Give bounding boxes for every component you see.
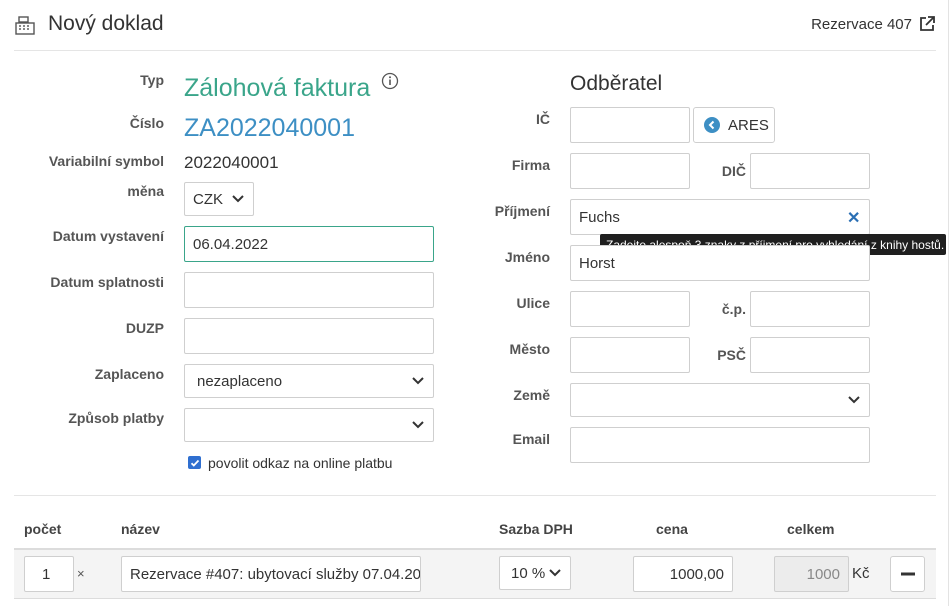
city-label: Město <box>509 341 550 357</box>
type-value: Zálohová faktura <box>184 74 371 102</box>
price-value: 1000,00 <box>669 565 724 583</box>
price-input[interactable]: 1000,00 <box>633 556 733 592</box>
external-link-icon[interactable] <box>918 15 936 33</box>
ico-label: IČ <box>536 111 550 127</box>
email-input[interactable] <box>570 427 870 463</box>
section-divider <box>14 495 936 496</box>
column-header-vat: Sazba DPH <box>499 521 573 537</box>
column-header-name: název <box>121 521 160 537</box>
currency-label: měna <box>127 183 164 199</box>
total-value: 1000 <box>806 565 840 583</box>
table-row-divider <box>14 598 936 599</box>
chevron-down-icon <box>232 195 244 203</box>
issue-date-input[interactable]: 06.04.2022 <box>184 226 434 262</box>
house-number-input[interactable] <box>750 291 870 327</box>
paid-select[interactable]: nezaplaceno <box>184 364 434 398</box>
issue-date-value: 06.04.2022 <box>193 235 269 253</box>
name-label: Jméno <box>504 249 550 265</box>
chevron-down-icon <box>848 396 860 404</box>
ares-button[interactable]: ARES <box>693 107 775 143</box>
vat-select[interactable]: 10 % <box>499 556 571 590</box>
column-header-price: cena <box>656 521 688 537</box>
reservation-link[interactable]: Rezervace 407 <box>811 16 912 33</box>
issue-date-label: Datum vystavení <box>52 228 164 244</box>
type-label: Typ <box>140 72 164 88</box>
qty-input[interactable]: 1 <box>24 556 74 592</box>
info-icon[interactable] <box>381 72 399 90</box>
online-payment-label[interactable]: povolit odkaz na online platbu <box>208 455 392 471</box>
surname-label: Příjmení <box>494 203 550 219</box>
company-label: Firma <box>511 157 550 173</box>
ico-input[interactable] <box>570 107 690 143</box>
payment-method-select[interactable] <box>184 408 434 442</box>
duzp-input[interactable] <box>184 318 434 354</box>
dic-input[interactable] <box>750 153 870 189</box>
chevron-down-icon <box>412 377 424 385</box>
page-title: Nový doklad <box>48 12 164 35</box>
dic-label: DIČ <box>721 163 746 179</box>
surname-input[interactable]: Fuchs <box>570 199 870 235</box>
paid-label: Zaplaceno <box>94 366 164 382</box>
item-name-input[interactable]: Rezervace #407: ubytovací služby 07.04.2… <box>121 556 421 592</box>
check-icon <box>190 459 199 467</box>
due-date-label: Datum splatnosti <box>50 274 164 290</box>
paid-select-value: nezaplaceno <box>197 372 283 390</box>
varsym-label: Variabilní symbol <box>48 153 164 169</box>
country-label: Země <box>513 387 550 403</box>
number-label: Číslo <box>129 115 164 131</box>
number-value: ZA2022040001 <box>184 114 355 142</box>
column-header-total: celkem <box>787 521 835 537</box>
zip-input[interactable] <box>750 337 870 373</box>
header-divider <box>14 50 936 51</box>
varsym-value: 2022040001 <box>184 153 279 172</box>
name-input[interactable]: Horst <box>570 245 870 281</box>
chevron-left-circle-icon <box>704 117 720 133</box>
clear-icon[interactable]: ✕ <box>847 208 860 228</box>
currency-unit: Kč <box>852 565 870 582</box>
name-value: Horst <box>579 255 615 272</box>
country-select[interactable] <box>570 383 870 417</box>
chevron-down-icon <box>412 421 424 429</box>
cash-register-icon <box>15 16 35 35</box>
chevron-down-icon <box>549 569 561 577</box>
payment-method-label: Způsob platby <box>68 410 164 426</box>
online-payment-checkbox[interactable] <box>188 456 201 469</box>
email-label: Email <box>512 431 550 447</box>
panel-border <box>948 0 949 606</box>
duzp-label: DUZP <box>125 320 164 336</box>
due-date-input[interactable] <box>184 272 434 308</box>
remove-row-button[interactable] <box>890 556 925 592</box>
total-input: 1000 <box>774 556 849 592</box>
ares-button-label: ARES <box>728 116 769 134</box>
customer-section-title: Odběratel <box>570 72 663 95</box>
times-sign: × <box>77 566 85 581</box>
minus-icon <box>900 572 915 576</box>
vat-select-value: 10 % <box>511 564 546 582</box>
zip-label: PSČ <box>717 347 746 363</box>
house-number-label: č.p. <box>721 301 746 317</box>
currency-select-value: CZK <box>193 190 223 208</box>
currency-select[interactable]: CZK <box>184 182 254 216</box>
qty-value: 1 <box>42 565 51 583</box>
surname-value: Fuchs <box>579 208 620 226</box>
column-header-qty: počet <box>24 521 62 537</box>
street-label: Ulice <box>516 295 550 311</box>
item-name-value: Rezervace #407: ubytovací služby 07.04.2… <box>130 565 421 583</box>
